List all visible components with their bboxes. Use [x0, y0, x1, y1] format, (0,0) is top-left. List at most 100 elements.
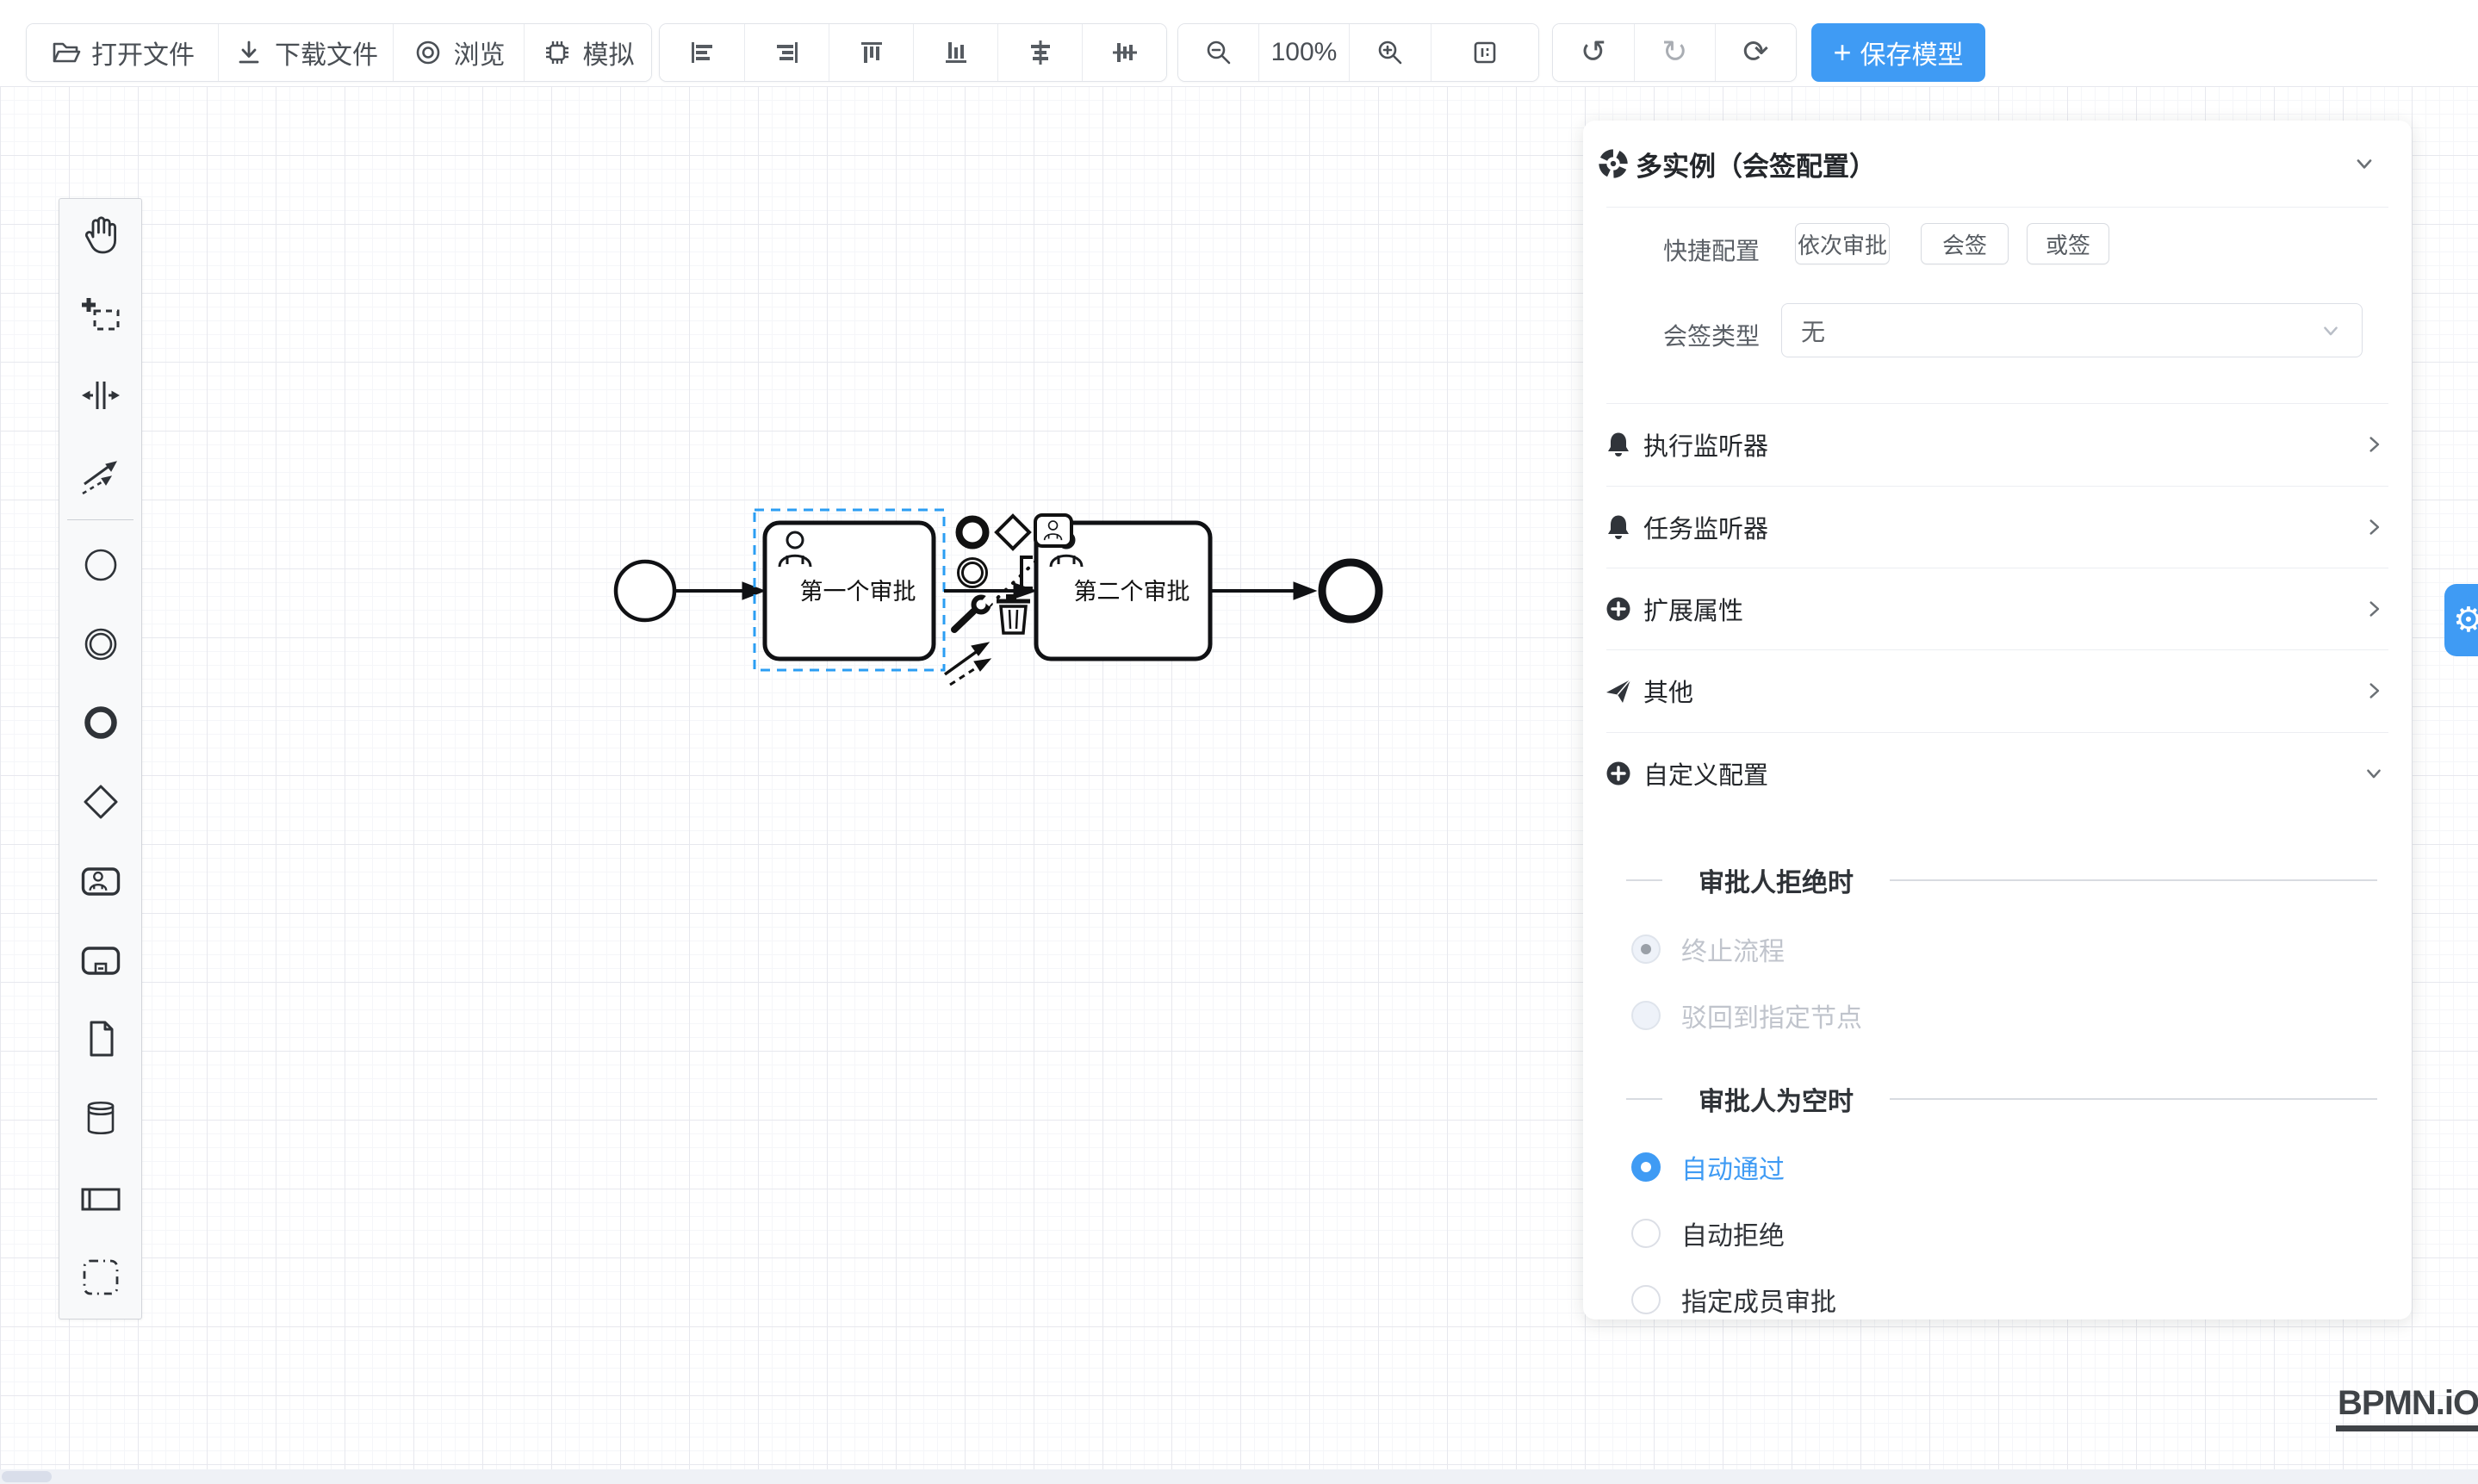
connect-tool-icon[interactable] — [945, 643, 991, 685]
radio-return-to-node[interactable]: 驳回到指定节点 — [1631, 997, 1862, 1034]
trash-icon[interactable] — [997, 594, 1030, 633]
open-file-button[interactable]: 打开文件 — [27, 24, 218, 81]
zoom-in-button[interactable] — [1349, 24, 1431, 81]
plus-circle-icon — [1604, 594, 1633, 624]
section-custom-config[interactable]: 自定义配置 — [1583, 732, 2412, 815]
lasso-tool-icon — [80, 296, 121, 338]
save-model-button[interactable]: + 保存模型 — [1811, 23, 1985, 82]
divider — [1606, 207, 2388, 208]
chevron-right-icon — [2362, 679, 2386, 703]
align-right-icon — [772, 37, 803, 68]
task-label: 第二个审批 — [1074, 579, 1190, 605]
reject-group-title: 审批人拒绝时 — [1699, 861, 1854, 899]
sign-type-select[interactable]: 无 — [1781, 303, 2363, 357]
preview-button[interactable]: 浏览 — [393, 24, 524, 81]
connect-tool-icon — [80, 454, 121, 495]
end-event-node[interactable] — [1322, 562, 1379, 619]
create-start-event[interactable] — [80, 544, 121, 586]
create-user-task[interactable] — [80, 860, 121, 902]
radio-auto-pass[interactable]: 自动通过 — [1631, 1148, 1785, 1186]
lasso-tool[interactable] — [80, 296, 121, 338]
download-icon — [233, 37, 264, 68]
panel-header[interactable]: 多实例（会签配置） — [1583, 121, 2412, 207]
zoom-level-value: 100% — [1271, 38, 1338, 67]
download-file-label: 下载文件 — [275, 34, 378, 71]
radio-label: 驳回到指定节点 — [1681, 997, 1862, 1034]
section-task-listener[interactable]: 任务监听器 — [1583, 486, 2412, 568]
zoom-out-button[interactable] — [1178, 24, 1258, 81]
create-intermediate-event[interactable] — [80, 624, 121, 665]
multi-instance-icon — [1598, 148, 1629, 179]
task-node-first-approval[interactable]: 第一个审批 — [765, 523, 934, 659]
quick-option-orsign-button[interactable]: 或签 — [2027, 223, 2109, 264]
sequence-flow-1[interactable] — [674, 582, 765, 599]
section-execution-listener[interactable]: 执行监听器 — [1583, 403, 2412, 486]
section-label: 执行监听器 — [1643, 426, 2362, 463]
create-data-object[interactable] — [80, 1018, 121, 1059]
space-tool[interactable] — [80, 375, 121, 416]
align-center-horizontal-button[interactable] — [997, 24, 1082, 81]
align-bottom-button[interactable] — [913, 24, 997, 81]
wrench-icon[interactable] — [954, 598, 991, 630]
append-gateway-icon[interactable] — [997, 516, 1029, 549]
create-gateway[interactable] — [80, 781, 121, 823]
bell-icon — [1604, 430, 1633, 459]
chevron-down-icon — [2351, 151, 2377, 177]
scrollbar-thumb[interactable] — [2, 1471, 52, 1482]
quick-option-sequential-button[interactable]: 依次审批 — [1795, 223, 1890, 264]
create-data-store[interactable] — [80, 1097, 121, 1139]
align-center-vertical-button[interactable] — [1082, 24, 1166, 81]
download-file-button[interactable]: 下载文件 — [218, 24, 393, 81]
radio-assign-member[interactable]: 指定成员审批 — [1631, 1281, 1836, 1319]
fit-view-button[interactable] — [1431, 24, 1538, 81]
append-task-icon[interactable] — [1035, 515, 1071, 546]
fit-view-icon — [1469, 37, 1500, 68]
create-subprocess[interactable] — [80, 940, 121, 981]
section-others[interactable]: 其他 — [1583, 649, 2412, 732]
empty-group-title: 审批人为空时 — [1699, 1080, 1854, 1118]
refresh-button[interactable]: ⟳ — [1715, 24, 1796, 81]
bpmn-io-logo[interactable]: BPMN.iO — [2336, 1384, 2478, 1431]
zoom-level-display[interactable]: 100% — [1258, 24, 1349, 81]
palette-separator — [67, 519, 134, 520]
sequence-flow-3[interactable] — [1210, 582, 1316, 599]
text-annotation-icon[interactable] — [1022, 557, 1033, 588]
append-intermediate-event-icon[interactable] — [959, 559, 987, 587]
align-bottom-icon — [941, 37, 972, 68]
section-label: 其他 — [1643, 673, 2362, 709]
end-event-icon — [80, 702, 121, 743]
radio-label: 自动通过 — [1681, 1148, 1785, 1186]
horizontal-scrollbar[interactable] — [0, 1469, 2478, 1484]
eye-icon — [413, 37, 444, 68]
radio-auto-reject[interactable]: 自动拒绝 — [1631, 1214, 1785, 1252]
sign-type-value: 无 — [1801, 314, 2319, 348]
radio-terminate-process[interactable]: 终止流程 — [1631, 930, 1785, 968]
panel-title: 多实例（会签配置） — [1636, 145, 1876, 183]
quick-option-countersign-button[interactable]: 会签 — [1921, 223, 2009, 264]
chevron-right-icon — [2362, 515, 2386, 539]
preview-label: 浏览 — [454, 34, 506, 71]
start-event-node[interactable] — [616, 562, 674, 620]
redo-button[interactable]: ↻ — [1634, 24, 1715, 81]
append-end-event-icon[interactable] — [960, 519, 986, 546]
create-participant[interactable] — [80, 1178, 121, 1220]
radio-icon — [1631, 1285, 1661, 1314]
align-center-vertical-icon — [1109, 37, 1140, 68]
zoom-toolbar-group: 100% — [1177, 23, 1539, 82]
create-group[interactable] — [80, 1257, 121, 1298]
save-model-label: 保存模型 — [1860, 34, 1964, 71]
undo-button[interactable]: ↺ — [1553, 24, 1634, 81]
align-top-button[interactable] — [829, 24, 913, 81]
settings-tab[interactable]: ⚙ — [2444, 584, 2478, 656]
simulate-button[interactable]: 模拟 — [524, 24, 651, 81]
create-end-event[interactable] — [80, 702, 121, 743]
hand-tool[interactable] — [80, 214, 121, 255]
chevron-right-icon — [2362, 597, 2386, 621]
chevron-down-icon — [2319, 319, 2343, 343]
align-right-button[interactable] — [744, 24, 829, 81]
global-connect-tool[interactable] — [80, 454, 121, 495]
section-extended-properties[interactable]: 扩展属性 — [1583, 568, 2412, 650]
align-left-button[interactable] — [660, 24, 744, 81]
bpmn-designer-app: 第一个审批 第二个审批 — [0, 0, 2478, 1484]
radio-icon — [1631, 1219, 1661, 1248]
